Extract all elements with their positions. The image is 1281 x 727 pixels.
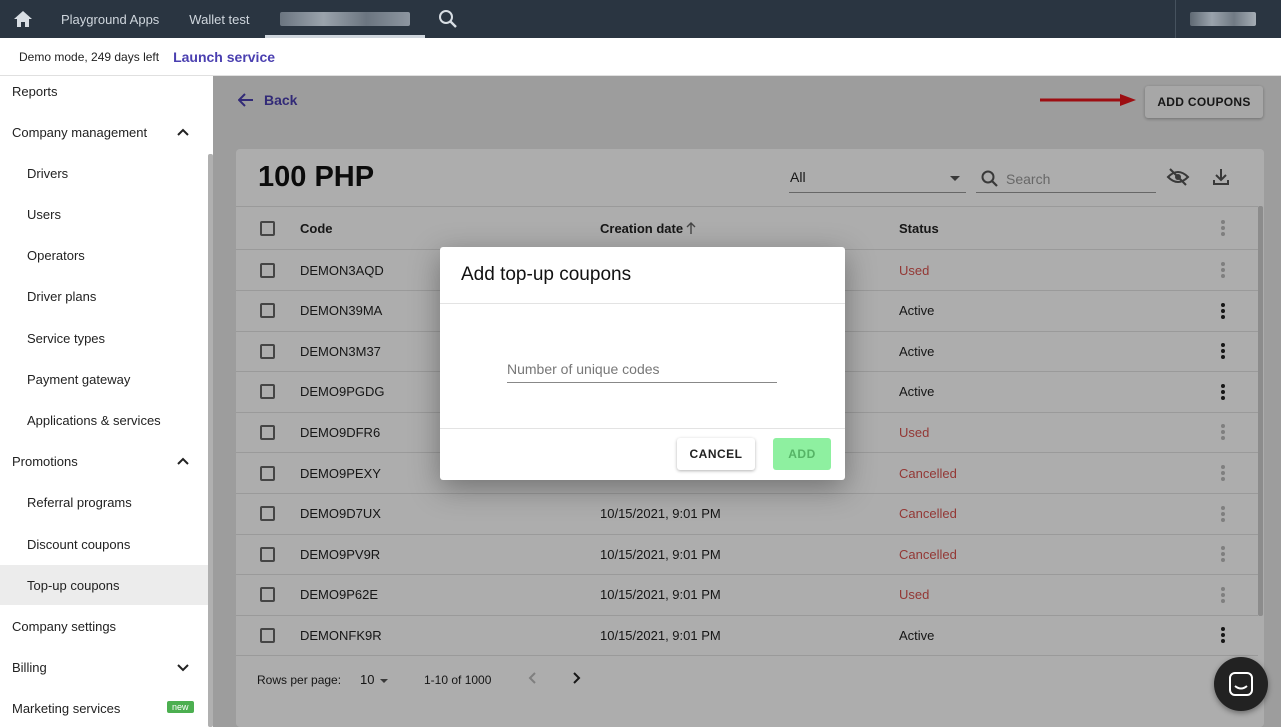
cancel-button[interactable]: CANCEL xyxy=(677,438,755,470)
dialog-title: Add top-up coupons xyxy=(461,264,632,285)
topbar-divider xyxy=(1175,0,1176,38)
tab-wallet-test[interactable]: Wallet test xyxy=(174,0,264,38)
number-of-codes-field xyxy=(507,357,777,383)
chat-icon xyxy=(1229,672,1253,696)
tab-blurred[interactable] xyxy=(264,0,425,38)
top-bar: Playground Apps Wallet test xyxy=(0,0,1281,38)
chat-launcher[interactable] xyxy=(1214,657,1268,711)
launch-service-link[interactable]: Launch service xyxy=(173,49,275,65)
tab-playground-apps[interactable]: Playground Apps xyxy=(46,0,174,38)
blurred-tab-label xyxy=(279,12,410,26)
search-icon[interactable] xyxy=(425,0,471,38)
add-button[interactable]: ADD xyxy=(773,438,831,470)
home-icon[interactable] xyxy=(0,0,46,38)
account-menu[interactable] xyxy=(1190,12,1256,26)
demo-mode-text: Demo mode, 249 days left xyxy=(19,49,160,64)
number-of-codes-input[interactable] xyxy=(507,357,777,381)
sidebar-unshaded xyxy=(0,76,213,727)
dialog-divider xyxy=(440,303,845,304)
add-top-up-coupons-dialog: Add top-up coupons CANCEL ADD xyxy=(440,247,845,480)
dialog-divider xyxy=(440,428,845,429)
